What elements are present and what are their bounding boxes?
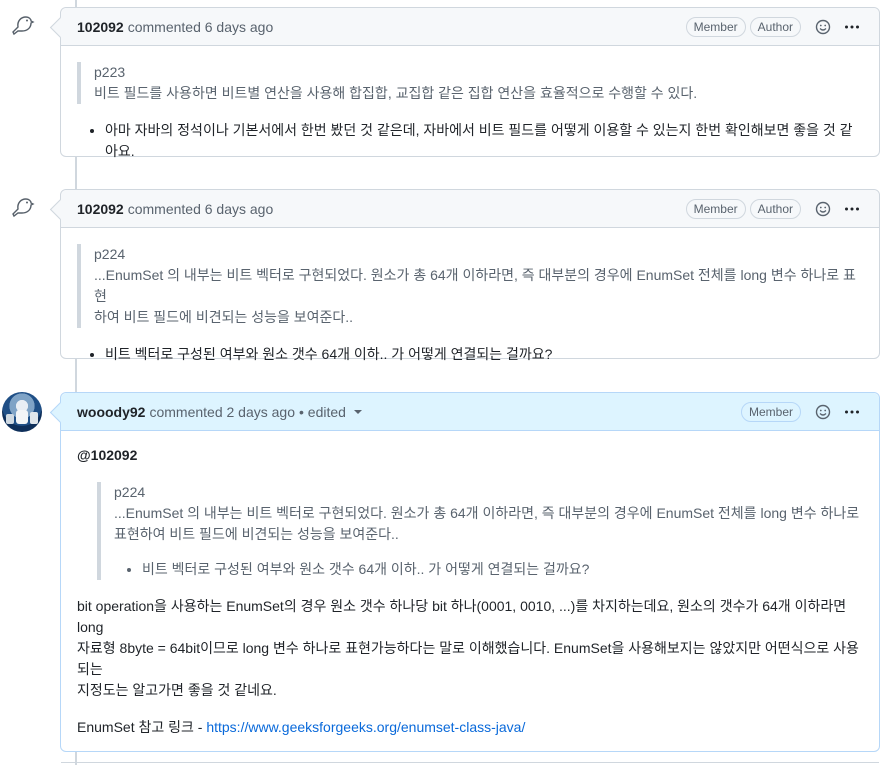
edited-label: • edited xyxy=(299,403,346,420)
author-badge: Author xyxy=(749,16,801,37)
add-reaction-button[interactable] xyxy=(813,199,833,219)
smiley-icon xyxy=(815,201,831,216)
comment-card: 102092 commented 6 days ago Member Autho… xyxy=(60,7,880,159)
bird-avatar-icon xyxy=(12,198,35,218)
author-name[interactable]: 102092 xyxy=(77,19,124,35)
reply-paragraph: bit operation을 사용하는 EnumSet의 경우 원소 갯수 하나… xyxy=(77,596,863,701)
avatar[interactable] xyxy=(2,5,42,45)
bird-avatar-icon xyxy=(12,16,35,36)
comment-header: wooody92 commented 2 days ago • edited M… xyxy=(61,393,879,431)
comment-timestamp[interactable]: commented 2 days ago xyxy=(149,404,295,420)
list-item: 아마 자바의 정석이나 기본서에서 한번 봤던 것 같은데, 자바에서 비트 필… xyxy=(105,120,863,162)
comment-timestamp[interactable]: commented 6 days ago xyxy=(128,19,274,35)
quote-text-line: 하여 비트 필드에 비견되는 성능을 보여준다.. xyxy=(94,309,354,325)
quote-page: p224 xyxy=(114,484,146,500)
comment-card: 102092 commented 6 days ago Member Autho… xyxy=(60,189,880,362)
list-item: 비트 벡터로 구성된 여부와 원소 갯수 64개 이하.. 가 어떻게 연결되는… xyxy=(105,344,863,365)
add-reaction-button[interactable] xyxy=(813,402,833,422)
avatar-detail xyxy=(16,410,28,424)
avatar[interactable] xyxy=(2,392,42,432)
comment-body: p223 비트 필드를 사용하면 비트별 연산을 사용해 합집합, 교집합 같은… xyxy=(61,46,879,180)
author-badge: Author xyxy=(749,198,801,219)
paragraph-line: 자료형 8byte = 64bit이므로 long 변수 하나로 표현가능하다는… xyxy=(77,640,859,677)
paragraph-line: 지정도는 알고가면 좋을 것 같네요. xyxy=(77,682,277,698)
author-name[interactable]: wooody92 xyxy=(77,404,145,420)
author-name[interactable]: 102092 xyxy=(77,201,124,217)
list-item: 비트 벡터로 구성된 여부와 원소 갯수 64개 이하.. 가 어떻게 연결되는… xyxy=(142,559,863,580)
reference-label: EnumSet 참고 링크 - xyxy=(77,719,207,735)
avatar[interactable] xyxy=(2,187,42,227)
quote-text-line: ...EnumSet 의 내부는 비트 벡터로 구현되었다. 원소가 총 64개… xyxy=(94,267,856,304)
quoted-bullet-list: 비트 벡터로 구성된 여부와 원소 갯수 64개 이하.. 가 어떻게 연결되는… xyxy=(114,559,863,580)
quote-text-line: ...EnumSet 의 내부는 비트 벡터로 구현되었다. 원소가 총 64개… xyxy=(114,505,860,521)
quote-block: p224 ...EnumSet 의 내부는 비트 벡터로 구현되었다. 원소가 … xyxy=(77,244,863,328)
smiley-icon xyxy=(815,19,831,34)
quote-block: p224 ...EnumSet 의 내부는 비트 벡터로 구현되었다. 원소가 … xyxy=(97,482,863,580)
kebab-icon xyxy=(845,25,859,28)
bullet-list: 비트 벡터로 구성된 여부와 원소 갯수 64개 이하.. 가 어떻게 연결되는… xyxy=(77,344,863,365)
comment-card: wooody92 commented 2 days ago • edited M… xyxy=(60,392,880,763)
more-options-button[interactable] xyxy=(841,199,863,219)
paragraph-line: bit operation을 사용하는 EnumSet의 경우 원소 갯수 하나… xyxy=(77,598,847,635)
avatar-detail xyxy=(30,412,38,424)
more-options-button[interactable] xyxy=(841,17,863,37)
caret-down-icon xyxy=(353,409,362,414)
comment-timestamp[interactable]: commented 6 days ago xyxy=(128,201,274,217)
quote-text-line: 표현하여 비트 필드에 비견되는 성능을 보여준다.. xyxy=(114,526,399,542)
quote-text: 비트 필드를 사용하면 비트별 연산을 사용해 합집합, 교집합 같은 집합 연… xyxy=(94,85,698,101)
quote-block: p223 비트 필드를 사용하면 비트별 연산을 사용해 합집합, 교집합 같은… xyxy=(77,62,863,104)
edited-dropdown[interactable]: • edited xyxy=(299,404,362,420)
reference-paragraph: EnumSet 참고 링크 - https://www.geeksforgeek… xyxy=(77,717,863,738)
member-badge: Member xyxy=(685,198,746,219)
quote-page: p223 xyxy=(94,64,126,80)
member-badge: Member xyxy=(740,401,801,422)
smiley-icon xyxy=(815,404,831,419)
user-mention-link[interactable]: @102092 xyxy=(77,447,137,463)
reference-link[interactable]: https://www.geeksforgeeks.org/enumset-cl… xyxy=(206,719,525,735)
quote-page: p224 xyxy=(94,246,126,262)
comment-header: 102092 commented 6 days ago Member Autho… xyxy=(61,190,879,228)
comment-header: 102092 commented 6 days ago Member Autho… xyxy=(61,8,879,46)
comment-body: @102092 p224 ...EnumSet 의 내부는 비트 벡터로 구현되… xyxy=(61,431,879,762)
avatar-detail xyxy=(6,414,14,424)
add-reaction-button[interactable] xyxy=(813,17,833,37)
kebab-icon xyxy=(845,207,859,210)
member-badge: Member xyxy=(685,16,746,37)
more-options-button[interactable] xyxy=(841,402,863,422)
kebab-icon xyxy=(845,410,859,413)
comment-body: p224 ...EnumSet 의 내부는 비트 벡터로 구현되었다. 원소가 … xyxy=(61,228,879,383)
bullet-list: 아마 자바의 정석이나 기본서에서 한번 봤던 것 같은데, 자바에서 비트 필… xyxy=(77,120,863,162)
